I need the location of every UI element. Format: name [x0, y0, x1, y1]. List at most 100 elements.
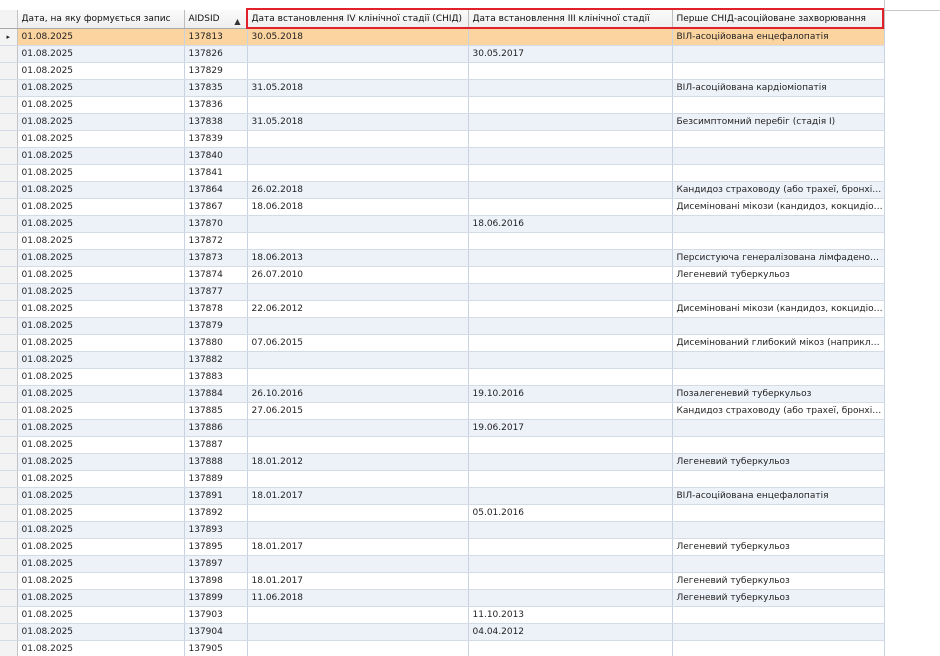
cell-date[interactable]: 01.08.2025: [17, 130, 185, 148]
cell-stage3[interactable]: [468, 181, 673, 199]
table-row[interactable]: 01.08.2025 137904 04.04.2012: [0, 623, 885, 641]
row-selector[interactable]: [0, 402, 18, 420]
table-row[interactable]: 01.08.2025 137879: [0, 317, 885, 335]
cell-stage4[interactable]: 30.05.2018: [247, 28, 469, 46]
cell-stage3[interactable]: [468, 334, 673, 352]
cell-date[interactable]: 01.08.2025: [17, 623, 185, 641]
cell-date[interactable]: 01.08.2025: [17, 62, 185, 80]
cell-stage4[interactable]: [247, 351, 469, 369]
row-selector[interactable]: [0, 113, 18, 131]
table-row[interactable]: 01.08.2025 137891 18.01.2017 ВІЛ-асоційован…: [0, 487, 885, 505]
cell-aidsid[interactable]: 137905: [184, 640, 248, 656]
cell-date[interactable]: 01.08.2025: [17, 572, 185, 590]
cell-date[interactable]: 01.08.2025: [17, 640, 185, 656]
table-row[interactable]: 01.08.2025 137905: [0, 640, 885, 656]
cell-date[interactable]: 01.08.2025: [17, 147, 185, 165]
cell-stage4[interactable]: [247, 623, 469, 641]
cell-date[interactable]: 01.08.2025: [17, 79, 185, 97]
cell-date[interactable]: 01.08.2025: [17, 232, 185, 250]
table-row[interactable]: 01.08.2025 137882: [0, 351, 885, 369]
cell-stage4[interactable]: [247, 606, 469, 624]
cell-first-disease[interactable]: [672, 555, 885, 573]
cell-first-disease[interactable]: [672, 351, 885, 369]
cell-stage3[interactable]: 11.10.2013: [468, 606, 673, 624]
row-selector[interactable]: ▸: [0, 28, 18, 46]
row-selector[interactable]: [0, 572, 18, 590]
cell-aidsid[interactable]: 137892: [184, 504, 248, 522]
cell-first-disease[interactable]: Легеневий туберкульоз: [672, 572, 885, 590]
cell-first-disease[interactable]: [672, 62, 885, 80]
cell-first-disease[interactable]: ВІЛ-асоційована енцефалопатія: [672, 28, 885, 46]
table-row[interactable]: 01.08.2025 137872: [0, 232, 885, 250]
table-row[interactable]: 01.08.2025 137903 11.10.2013: [0, 606, 885, 624]
table-row[interactable]: 01.08.2025 137897: [0, 555, 885, 573]
cell-stage4[interactable]: 26.02.2018: [247, 181, 469, 199]
cell-date[interactable]: 01.08.2025: [17, 385, 185, 403]
cell-first-disease[interactable]: [672, 470, 885, 488]
row-selector[interactable]: [0, 334, 18, 352]
cell-stage4[interactable]: 18.01.2017: [247, 572, 469, 590]
cell-stage4[interactable]: [247, 521, 469, 539]
cell-stage3[interactable]: [468, 300, 673, 318]
table-row[interactable]: 01.08.2025 137873 18.06.2013 Персистуюча ге…: [0, 249, 885, 267]
cell-stage3[interactable]: [468, 351, 673, 369]
cell-stage4[interactable]: [247, 504, 469, 522]
cell-stage3[interactable]: [468, 198, 673, 216]
cell-date[interactable]: 01.08.2025: [17, 368, 185, 386]
cell-aidsid[interactable]: 137884: [184, 385, 248, 403]
cell-date[interactable]: 01.08.2025: [17, 589, 185, 607]
cell-stage3[interactable]: [468, 147, 673, 165]
cell-aidsid[interactable]: 137888: [184, 453, 248, 471]
cell-stage4[interactable]: [247, 317, 469, 335]
cell-aidsid[interactable]: 137895: [184, 538, 248, 556]
cell-stage4[interactable]: [247, 45, 469, 63]
cell-stage4[interactable]: 27.06.2015: [247, 402, 469, 420]
cell-aidsid[interactable]: 137840: [184, 147, 248, 165]
cell-aidsid[interactable]: 137879: [184, 317, 248, 335]
row-selector[interactable]: [0, 623, 18, 641]
cell-stage4[interactable]: 18.01.2017: [247, 487, 469, 505]
cell-stage3[interactable]: [468, 436, 673, 454]
row-selector[interactable]: [0, 470, 18, 488]
row-selector[interactable]: [0, 62, 18, 80]
cell-date[interactable]: 01.08.2025: [17, 402, 185, 420]
cell-first-disease[interactable]: Персистуюча генералізована лімфаденопаті…: [672, 249, 885, 267]
cell-stage4[interactable]: [247, 368, 469, 386]
cell-stage3[interactable]: 05.01.2016: [468, 504, 673, 522]
cell-stage4[interactable]: [247, 436, 469, 454]
row-selector[interactable]: [0, 232, 18, 250]
cell-first-disease[interactable]: [672, 640, 885, 656]
row-selector[interactable]: [0, 419, 18, 437]
table-row[interactable]: 01.08.2025 137874 26.07.2010 Легеневий тубе…: [0, 266, 885, 284]
cell-stage4[interactable]: [247, 283, 469, 301]
row-selector[interactable]: [0, 164, 18, 182]
cell-stage4[interactable]: 26.10.2016: [247, 385, 469, 403]
cell-aidsid[interactable]: 137891: [184, 487, 248, 505]
row-indicator-header[interactable]: [0, 10, 18, 29]
cell-stage3[interactable]: 30.05.2017: [468, 45, 673, 63]
row-selector[interactable]: [0, 606, 18, 624]
row-selector[interactable]: [0, 589, 18, 607]
cell-stage3[interactable]: [468, 283, 673, 301]
cell-date[interactable]: 01.08.2025: [17, 266, 185, 284]
table-row[interactable]: ▸ 01.08.2025 137813 30.05.2018 ВІЛ-асоційова…: [0, 28, 885, 46]
table-row[interactable]: 01.08.2025 137878 22.06.2012 Дисеміновані м…: [0, 300, 885, 318]
table-row[interactable]: 01.08.2025 137884 26.10.2016 19.10.2016 Поза…: [0, 385, 885, 403]
cell-stage3[interactable]: [468, 317, 673, 335]
cell-date[interactable]: 01.08.2025: [17, 453, 185, 471]
table-row[interactable]: 01.08.2025 137867 18.06.2018 Дисеміновані м…: [0, 198, 885, 216]
cell-stage3[interactable]: [468, 249, 673, 267]
cell-aidsid[interactable]: 137872: [184, 232, 248, 250]
table-row[interactable]: 01.08.2025 137887: [0, 436, 885, 454]
cell-first-disease[interactable]: [672, 96, 885, 114]
cell-first-disease[interactable]: [672, 419, 885, 437]
row-selector[interactable]: [0, 96, 18, 114]
cell-stage3[interactable]: [468, 232, 673, 250]
cell-date[interactable]: 01.08.2025: [17, 538, 185, 556]
cell-aidsid[interactable]: 137873: [184, 249, 248, 267]
row-selector[interactable]: [0, 487, 18, 505]
cell-stage3[interactable]: [468, 113, 673, 131]
cell-aidsid[interactable]: 137882: [184, 351, 248, 369]
cell-date[interactable]: 01.08.2025: [17, 249, 185, 267]
cell-aidsid[interactable]: 137904: [184, 623, 248, 641]
